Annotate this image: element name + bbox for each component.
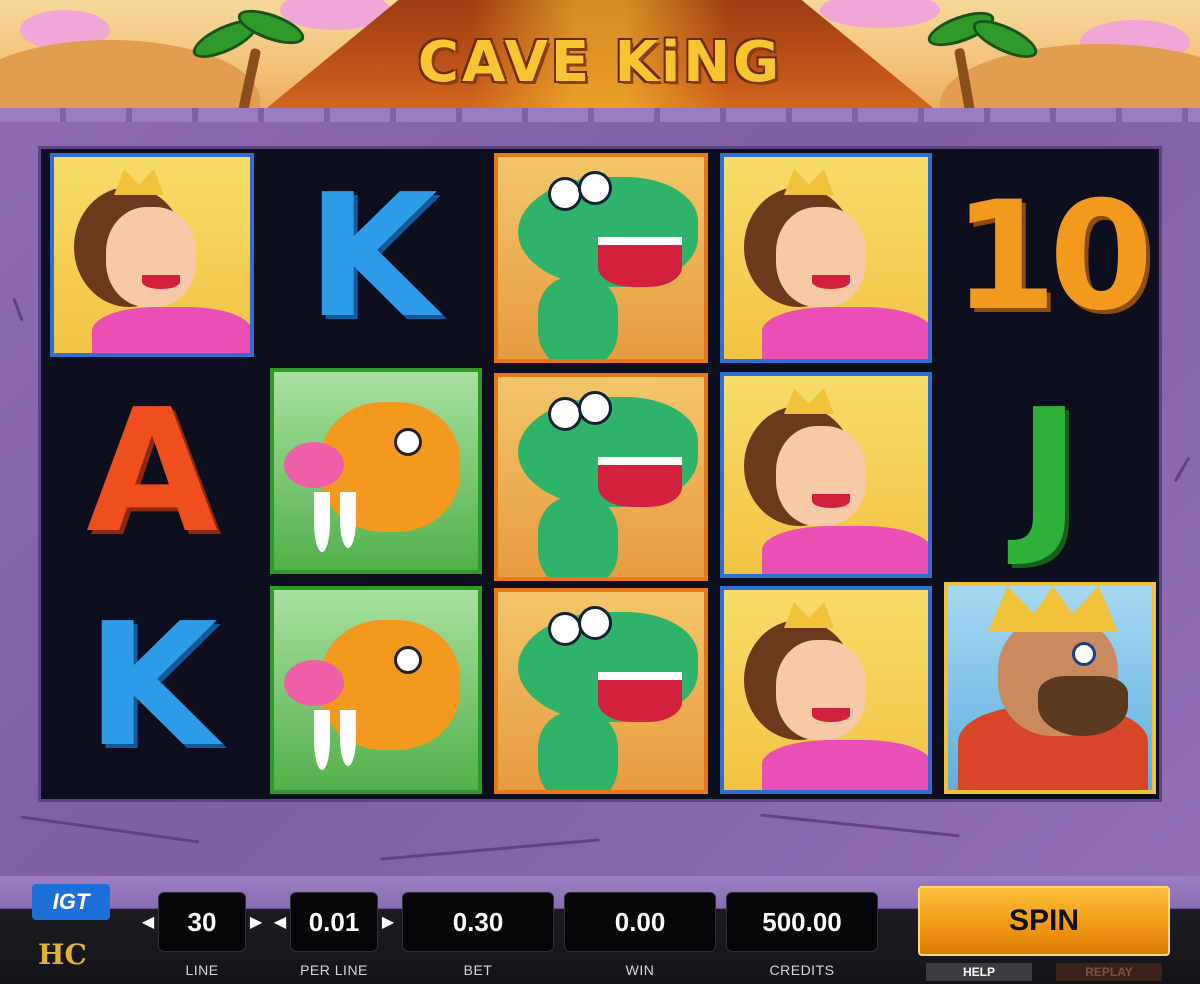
crown-icon [784, 388, 834, 414]
crown-icon [784, 602, 834, 628]
queen-dress [762, 526, 928, 574]
dino-mouth [598, 672, 682, 722]
help-button[interactable]: HELP [926, 963, 1032, 981]
queen-symbol [720, 586, 932, 794]
crown-icon [784, 169, 834, 195]
stone-crack [1173, 456, 1191, 483]
letter-k: K [306, 158, 438, 356]
letter-k: K [86, 587, 218, 785]
dino-eye [578, 171, 612, 205]
queen-symbol [720, 153, 932, 363]
queen-face [776, 207, 866, 307]
game-title-logo: CAVE KiNG [417, 30, 783, 95]
stone-crack [12, 297, 24, 322]
letter-10: 10 [952, 170, 1154, 344]
dino-body [538, 497, 618, 577]
dino-eye [548, 612, 582, 646]
stone-edge [0, 108, 1200, 122]
studio-logo: HC [38, 937, 87, 971]
queen-mouth [812, 275, 850, 289]
stone-crack [760, 813, 960, 838]
dino-body [538, 712, 618, 790]
queen-dress [92, 307, 250, 353]
letter-a-symbol: A [50, 370, 254, 574]
king-eye [1072, 642, 1096, 666]
queen-face [776, 426, 866, 526]
king-beard [1038, 676, 1128, 736]
crown-icon [988, 586, 1118, 632]
credits-value: 500.00 [726, 892, 878, 952]
cat-nose [284, 442, 344, 488]
per-line-decrease-button[interactable]: ◀ [270, 906, 290, 938]
cloud [820, 0, 940, 28]
queen-face [776, 640, 866, 740]
queen-mouth [142, 275, 180, 289]
line-decrease-button[interactable]: ◀ [138, 906, 158, 938]
win-value: 0.00 [564, 892, 716, 952]
dinosaur-symbol [494, 373, 708, 581]
per-line-value: 0.01 [290, 892, 378, 952]
queen-mouth [812, 708, 850, 722]
line-value: 30 [158, 892, 246, 952]
fang [314, 710, 330, 770]
per-line-increase-button[interactable]: ▶ [378, 906, 398, 938]
crown-icon [114, 169, 164, 195]
queen-face [106, 207, 196, 307]
stone-crack [380, 838, 600, 861]
queen-dress [762, 740, 928, 790]
queen-mouth [812, 494, 850, 508]
cat-eye [394, 646, 422, 674]
queen-symbol [720, 372, 932, 578]
dinosaur-symbol [494, 153, 708, 363]
spin-button[interactable]: SPIN [918, 886, 1170, 956]
igt-logo: IGT [32, 884, 110, 920]
letter-j-symbol: J [944, 370, 1154, 574]
queen-symbol [50, 153, 254, 357]
letter-k-symbol: K [270, 155, 474, 359]
sabertooth-symbol [270, 586, 482, 794]
bet-value: 0.30 [402, 892, 554, 952]
cat-eye [394, 428, 422, 456]
header-scene: CAVE KiNG [0, 0, 1200, 120]
line-increase-button[interactable]: ▶ [246, 906, 266, 938]
letter-10-symbol: 10 [944, 155, 1154, 359]
letter-a: A [86, 373, 218, 571]
queen-dress [762, 307, 928, 359]
dino-mouth [598, 237, 682, 287]
letter-k-symbol: K [50, 584, 254, 788]
cat-nose [284, 660, 344, 706]
stone-crack [20, 815, 200, 844]
dino-eye [548, 177, 582, 211]
fang [340, 710, 356, 766]
dinosaur-symbol [494, 588, 708, 794]
replay-button[interactable]: REPLAY [1056, 963, 1162, 981]
win-label: WIN [625, 962, 655, 978]
dino-mouth [598, 457, 682, 507]
bet-label: BET [463, 962, 493, 978]
per-line-label: PER LINE [300, 962, 368, 978]
sabertooth-symbol [270, 368, 482, 574]
dino-eye [578, 606, 612, 640]
fang [340, 492, 356, 548]
fang [314, 492, 330, 552]
dino-eye [548, 397, 582, 431]
cave-king-symbol [944, 582, 1156, 794]
line-label: LINE [185, 962, 219, 978]
dino-eye [578, 391, 612, 425]
dino-body [538, 277, 618, 359]
credits-label: CREDITS [769, 962, 835, 978]
letter-j: J [1017, 373, 1081, 571]
